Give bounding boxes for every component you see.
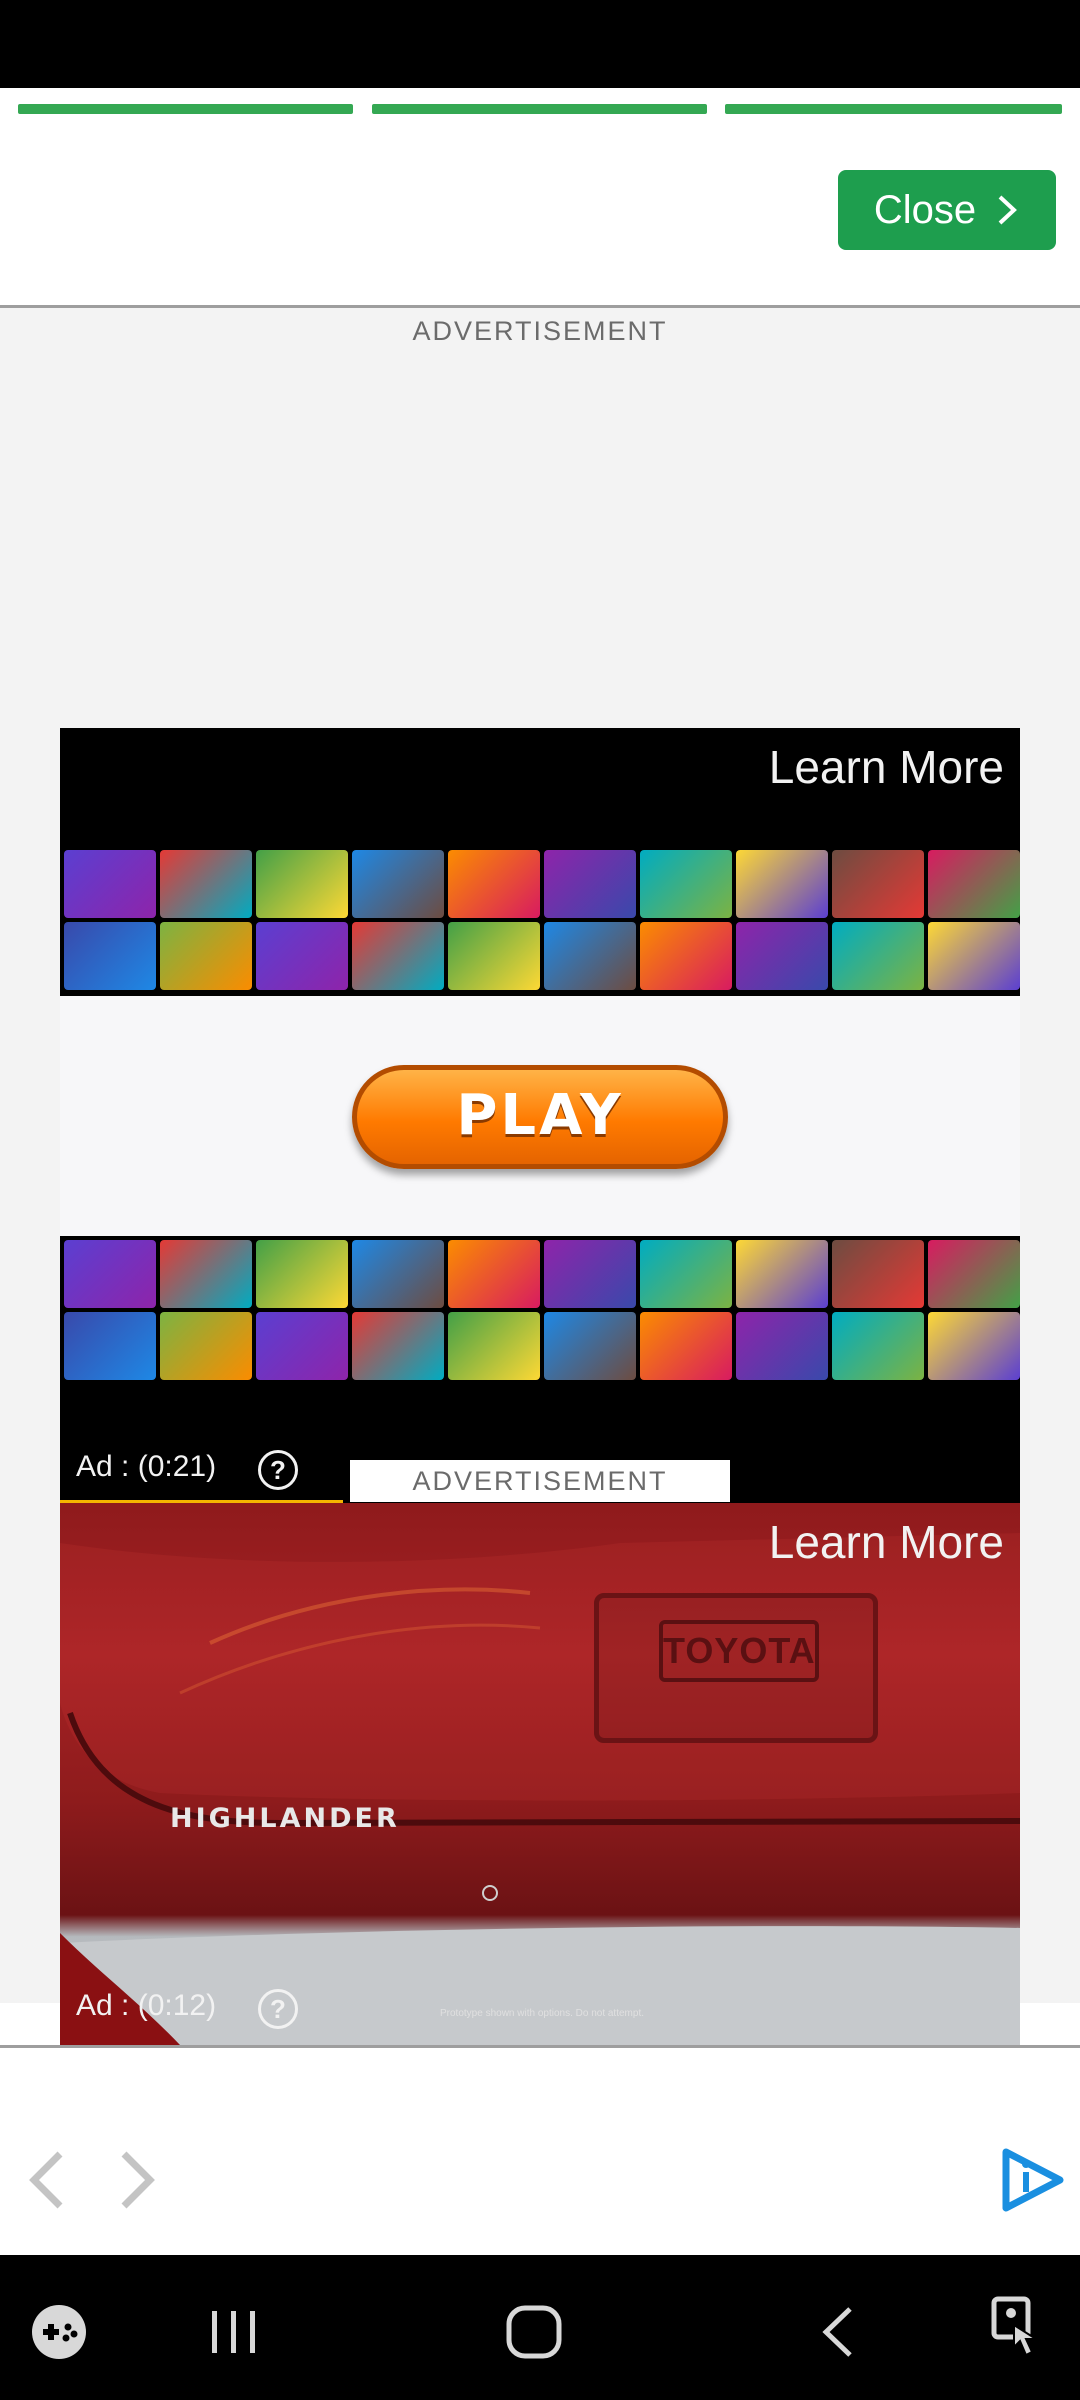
game-thumbnail [928, 1240, 1020, 1308]
game-thumbnail [256, 1240, 348, 1308]
video-ad-car[interactable]: Learn More TOYOTA HIGHLANDER Prototype s… [60, 1503, 1020, 2045]
game-thumbnail [736, 922, 828, 990]
game-thumbnail [448, 1240, 540, 1308]
game-thumbnail [160, 1240, 252, 1308]
status-bar [0, 0, 1080, 88]
progress-segment [372, 104, 707, 114]
game-thumbnail [352, 1240, 444, 1308]
model-emblem: HIGHLANDER [170, 1803, 400, 1834]
chevron-left-icon[interactable] [24, 2148, 68, 2212]
progress-segment [725, 104, 1062, 114]
game-thumbnail [64, 922, 156, 990]
game-thumbnails-top [60, 846, 1020, 996]
game-thumbnail [160, 922, 252, 990]
game-thumbnail [544, 1240, 636, 1308]
game-thumbnail [640, 1312, 732, 1380]
game-thumbnail [160, 1312, 252, 1380]
close-button-label: Close [873, 187, 977, 232]
recents-icon[interactable] [206, 2305, 260, 2359]
game-thumbnail [256, 922, 348, 990]
question-icon[interactable]: ? [258, 1450, 298, 1490]
game-thumbnail [640, 1240, 732, 1308]
game-thumbnail [448, 922, 540, 990]
game-thumbnail [448, 850, 540, 918]
chevron-right-icon[interactable] [116, 2148, 160, 2212]
question-icon[interactable]: ? [258, 1989, 298, 2029]
ad-timer: Ad : (0:12) [76, 1989, 217, 2022]
chevron-right-icon [998, 195, 1018, 225]
home-icon[interactable] [504, 2303, 564, 2361]
game-thumbnail [352, 922, 444, 990]
game-thumbnail [928, 922, 1020, 990]
game-thumbnail [832, 922, 924, 990]
progress-segment [18, 104, 353, 114]
learn-more-link[interactable]: Learn More [769, 740, 1004, 794]
accessibility-touch-icon[interactable] [990, 2295, 1054, 2365]
brand-badge: TOYOTA [659, 1620, 819, 1682]
game-thumbnail [256, 850, 348, 918]
back-icon[interactable] [818, 2305, 858, 2359]
game-thumbnail [64, 1312, 156, 1380]
game-thumbnail [64, 850, 156, 918]
game-thumbnail [352, 1312, 444, 1380]
game-thumbnail [352, 850, 444, 918]
advertisement-label: ADVERTISEMENT [412, 316, 668, 346]
game-thumbnail [448, 1312, 540, 1380]
game-thumbnail [544, 922, 636, 990]
license-plate-recess: TOYOTA [594, 1593, 878, 1743]
game-thumbnail [832, 1312, 924, 1380]
game-thumbnail [256, 1312, 348, 1380]
game-thumbnail [544, 850, 636, 918]
car-body-shape [60, 1533, 1020, 2045]
game-thumbnail [736, 850, 828, 918]
ad-placeholder [0, 308, 1080, 698]
gamepad-icon[interactable] [30, 2303, 88, 2361]
game-thumbnails-bottom [60, 1236, 1020, 1388]
game-thumbnail [64, 1240, 156, 1308]
learn-more-link[interactable]: Learn More [769, 1515, 1004, 1569]
game-thumbnail [160, 850, 252, 918]
system-nav-bar [0, 2255, 1080, 2400]
play-logo-icon[interactable] [998, 2146, 1066, 2214]
game-thumbnail [736, 1312, 828, 1380]
video-ad-games[interactable]: Learn More PLAY Ad : (0:21) ? [60, 728, 1020, 1503]
ad-timer: Ad : (0:21) [76, 1450, 217, 1483]
disclaimer-text: Prototype shown with options. Do not att… [440, 2008, 644, 2019]
browser-nav-bar [0, 2048, 1080, 2255]
game-thumbnail [544, 1312, 636, 1380]
game-thumbnail [928, 1312, 1020, 1380]
play-button[interactable]: PLAY [352, 1065, 728, 1169]
game-thumbnail [640, 850, 732, 918]
advertisement-label: ADVERTISEMENT [350, 1460, 730, 1502]
game-thumbnail [832, 1240, 924, 1308]
game-thumbnail [640, 922, 732, 990]
story-progress [0, 104, 1080, 118]
close-button[interactable]: Close [838, 170, 1056, 250]
game-thumbnail [736, 1240, 828, 1308]
game-thumbnail [928, 850, 1020, 918]
game-thumbnail [832, 850, 924, 918]
